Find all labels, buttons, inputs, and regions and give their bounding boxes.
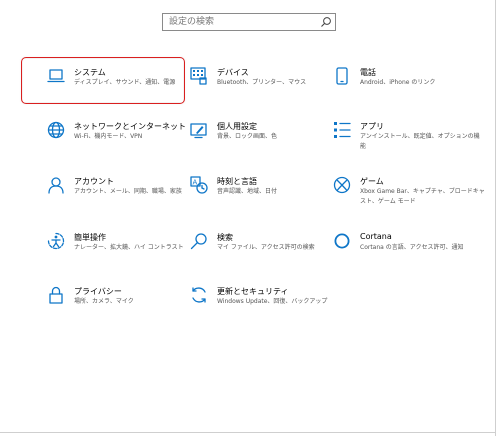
tile-devices[interactable]: デバイス Bluetooth、プリンター、マウス bbox=[190, 67, 350, 111]
tile-description: 場所、カメラ、マイク bbox=[74, 298, 134, 305]
tile-apps[interactable]: アプリ アンインストール、既定値、オプションの機能 bbox=[333, 121, 493, 165]
tile-title: 個人用設定 bbox=[217, 122, 257, 131]
globe-icon bbox=[47, 121, 65, 139]
tile-title: システム bbox=[74, 68, 106, 77]
tile-title: アプリ bbox=[360, 122, 384, 131]
laptop-icon bbox=[47, 69, 65, 83]
tile-description: Wi-Fi、機内モード、VPN bbox=[74, 133, 143, 140]
keyboard-icon bbox=[190, 67, 207, 85]
tile-description: 背景、ロック画面、色 bbox=[217, 133, 278, 140]
tile-description: Android、iPhone のリンク bbox=[360, 79, 436, 86]
tile-description: アカウント、メール、同期、職場、家族 bbox=[74, 188, 182, 195]
tile-ease-of-access[interactable]: 簡単操作 ナレーター、拡大鏡、ハイ コントラスト bbox=[47, 232, 207, 276]
tile-title: 時刻と言語 bbox=[217, 177, 257, 186]
tile-title: 検索 bbox=[217, 233, 233, 242]
tile-title: デバイス bbox=[217, 68, 249, 77]
tile-description: 音声認識、地域、日付 bbox=[217, 188, 278, 195]
tile-system[interactable]: システム ディスプレイ、サウンド、通知、電源 bbox=[47, 67, 207, 111]
personalization-icon bbox=[190, 123, 207, 139]
tile-description: Cortana の言語、アクセス許可、通知 bbox=[360, 244, 464, 251]
tile-network[interactable]: ネットワークとインターネット Wi-Fi、機内モード、VPN bbox=[47, 121, 207, 165]
tile-title: 更新とセキュリティ bbox=[217, 287, 289, 296]
search-icon bbox=[190, 233, 207, 250]
tile-title: 電話 bbox=[360, 68, 376, 77]
tile-search[interactable]: 検索 マイ ファイル、アクセス許可の検索 bbox=[190, 232, 350, 276]
window-border-right bbox=[495, 0, 496, 436]
search-input[interactable] bbox=[163, 14, 319, 30]
phone-icon bbox=[336, 67, 348, 85]
window-border-bottom bbox=[0, 432, 496, 433]
tile-description: ナレーター、拡大鏡、ハイ コントラスト bbox=[74, 244, 184, 251]
tile-title: ネットワークとインターネット bbox=[74, 122, 186, 131]
tile-title: ゲーム bbox=[360, 177, 384, 186]
search-box[interactable] bbox=[162, 13, 336, 31]
tile-title: 簡単操作 bbox=[74, 233, 106, 242]
tile-description: ディスプレイ、サウンド、通知、電源 bbox=[74, 79, 176, 86]
time-language-icon: A bbox=[190, 176, 208, 194]
xbox-icon bbox=[333, 176, 351, 194]
tile-title: Cortana bbox=[360, 232, 392, 241]
tile-description: Bluetooth、プリンター、マウス bbox=[217, 79, 307, 86]
sync-icon bbox=[192, 287, 206, 303]
tile-cortana[interactable]: Cortana Cortana の言語、アクセス許可、通知 bbox=[333, 232, 493, 276]
apps-list-icon bbox=[334, 122, 351, 138]
tile-privacy[interactable]: プライバシー 場所、カメラ、マイク bbox=[47, 286, 207, 330]
person-icon bbox=[48, 177, 64, 194]
tile-gaming[interactable]: ゲーム Xbox Game Bar、キャプチャ、ブロードキャスト、ゲーム モード bbox=[333, 176, 493, 220]
tile-accounts[interactable]: アカウント アカウント、メール、同期、職場、家族 bbox=[47, 176, 207, 220]
lock-icon bbox=[49, 286, 63, 304]
ease-of-access-icon bbox=[47, 232, 65, 250]
tile-description: マイ ファイル、アクセス許可の検索 bbox=[217, 244, 315, 251]
tile-update-security[interactable]: 更新とセキュリティ Windows Update、回復、バックアップ bbox=[190, 286, 350, 330]
tile-description: Xbox Game Bar、キャプチャ、ブロードキャスト、ゲーム モード bbox=[360, 188, 485, 205]
tile-personalization[interactable]: 個人用設定 背景、ロック画面、色 bbox=[190, 121, 350, 165]
tile-phone[interactable]: 電話 Android、iPhone のリンク bbox=[333, 67, 493, 111]
search-icon[interactable] bbox=[320, 16, 332, 28]
cortana-icon bbox=[334, 233, 350, 249]
tile-description: Windows Update、回復、バックアップ bbox=[217, 298, 328, 305]
tile-title: アカウント bbox=[74, 177, 114, 186]
tile-title: プライバシー bbox=[74, 287, 122, 296]
tile-time-language[interactable]: A 時刻と言語 音声認識、地域、日付 bbox=[190, 176, 350, 220]
tile-description: アンインストール、既定値、オプションの機能 bbox=[360, 133, 480, 150]
svg-text:A: A bbox=[193, 179, 198, 187]
settings-window: システム ディスプレイ、サウンド、通知、電源 デバイス Bluetooth、プリ… bbox=[0, 0, 500, 436]
